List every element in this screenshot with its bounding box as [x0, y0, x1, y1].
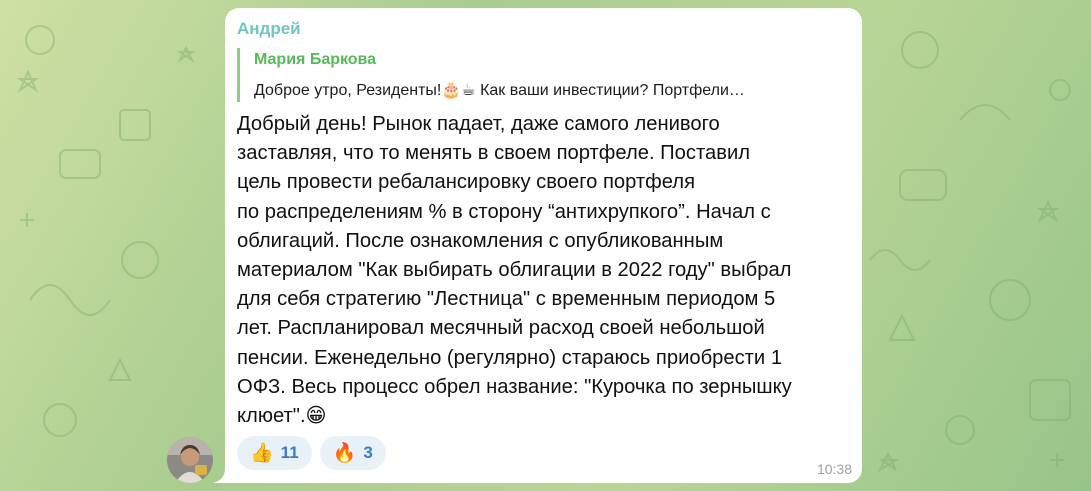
message-text: Добрый день! Рынок падает, даже самого л… — [237, 113, 792, 428]
message-bubble[interactable]: Андрей Мария Баркова Доброе утро, Резиде… — [225, 8, 862, 483]
avatar-photo-icon — [167, 437, 213, 483]
reaction-count: 11 — [280, 443, 299, 462]
sender-name[interactable]: Андрей — [237, 19, 301, 39]
reaction-fire[interactable]: 🔥 3 — [319, 436, 386, 470]
reaction-thumbs-up[interactable]: 👍 11 — [237, 436, 312, 470]
thumbs-up-icon: 👍 — [250, 442, 274, 464]
reaction-count: 3 — [363, 443, 373, 462]
reactions-bar: 👍 11 🔥 3 — [237, 436, 386, 470]
sender-avatar[interactable] — [167, 437, 213, 483]
reply-author: Мария Баркова — [254, 51, 377, 68]
fire-icon: 🔥 — [332, 442, 357, 464]
reply-quote[interactable]: Мария Баркова Доброе утро, Резиденты!🎂☕ … — [237, 48, 849, 102]
reply-text: Доброе утро, Резиденты!🎂☕ Как ваши инвес… — [254, 82, 745, 99]
message-time: 10:38 — [816, 461, 852, 477]
